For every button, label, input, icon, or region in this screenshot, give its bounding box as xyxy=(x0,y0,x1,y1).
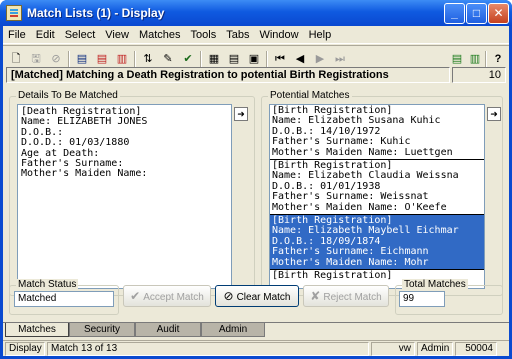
menu-edit[interactable]: Edit xyxy=(31,26,60,41)
menu-tools[interactable]: Tools xyxy=(186,26,222,41)
match-status-field: Matched xyxy=(14,291,114,307)
sort-icon[interactable]: ⇅ xyxy=(139,50,157,68)
tab-bar: Matches Security Audit Admin xyxy=(3,322,509,338)
new-icon[interactable]: 🗋 xyxy=(7,50,25,68)
last-record-icon[interactable]: ⏭ xyxy=(331,50,349,68)
tab-matches[interactable]: Matches xyxy=(5,323,69,337)
close-button[interactable]: ✕ xyxy=(488,3,509,24)
x-icon: ✘ xyxy=(310,289,321,303)
title-bar[interactable]: Match Lists (1) - Display _ □ ✕ xyxy=(0,0,512,26)
total-matches-field: 99 xyxy=(399,291,445,307)
next-record-icon[interactable]: ▶ xyxy=(311,50,329,68)
print-preview-icon[interactable]: ▦ xyxy=(205,50,223,68)
toolbar-separator xyxy=(266,51,268,67)
copy-icon[interactable]: ▥ xyxy=(466,50,484,68)
client-area: File Edit Select View Matches Tools Tabs Window… xyxy=(3,26,509,356)
reject-match-label: Reject Match xyxy=(323,292,382,303)
report-icon[interactable]: ▣ xyxy=(245,50,263,68)
record-count: 10 xyxy=(452,67,506,83)
toolbar-separator xyxy=(200,51,202,67)
status-mode: Display xyxy=(5,342,45,356)
toolbar-separator xyxy=(134,51,136,67)
help-icon[interactable]: ? xyxy=(489,50,507,68)
clear-match-label: Clear Match xyxy=(236,292,291,303)
status-bar: Display Match 13 of 13 vw Admin 50004 xyxy=(3,340,509,356)
checkmark-icon: ✔ xyxy=(130,289,141,303)
tab-admin[interactable]: Admin xyxy=(201,323,265,337)
match-status-label: Match Status xyxy=(16,279,79,290)
status-code: 50004 xyxy=(455,342,497,356)
reject-match-button[interactable]: ✘ Reject Match xyxy=(303,285,389,307)
menu-tabs[interactable]: Tabs xyxy=(221,26,254,41)
print-icon[interactable]: ▤ xyxy=(225,50,243,68)
accept-match-button[interactable]: ✔ Accept Match xyxy=(123,285,211,307)
save-icon[interactable]: 🖫 xyxy=(27,50,45,68)
menu-select[interactable]: Select xyxy=(60,26,101,41)
total-matches-label: Total Matches xyxy=(402,279,468,290)
doc-a-icon[interactable]: ▤ xyxy=(73,50,91,68)
doc-c-icon[interactable]: ▥ xyxy=(113,50,131,68)
maximize-button[interactable]: □ xyxy=(466,3,487,24)
spellcheck-icon[interactable]: ✔ xyxy=(179,50,197,68)
potential-matches-label: Potential Matches xyxy=(268,90,352,101)
details-action-icon[interactable]: ➜ xyxy=(234,107,248,121)
accept-match-label: Accept Match xyxy=(143,292,204,303)
edit-icon[interactable]: ✎ xyxy=(159,50,177,68)
menu-bar: File Edit Select View Matches Tools Tabs Window… xyxy=(3,26,509,44)
menu-view[interactable]: View xyxy=(100,26,134,41)
list-item[interactable]: [Birth Registration] Name: Elizabeth Cla… xyxy=(270,160,484,216)
toolbar-separator xyxy=(68,51,70,67)
app-window: Match Lists (1) - Display _ □ ✕ File Edit… xyxy=(0,0,512,359)
toolbar-separator xyxy=(485,51,487,67)
list-item[interactable]: [Birth Registration] Name: Elizabeth Sus… xyxy=(270,105,484,161)
prev-record-icon[interactable]: ◀ xyxy=(291,50,309,68)
potential-matches-list[interactable]: [Birth Registration] Name: Elizabeth Sus… xyxy=(269,104,485,289)
details-text: [Death Registration] Name: ELIZABETH JON… xyxy=(17,104,232,289)
window-title: Match Lists (1) - Display xyxy=(27,6,165,20)
menu-help[interactable]: Help xyxy=(304,26,337,41)
stop-icon[interactable]: ⊘ xyxy=(47,50,65,68)
app-icon xyxy=(6,5,22,21)
status-user: vw xyxy=(371,342,415,356)
status-role: Admin xyxy=(417,342,453,356)
status-match: Match 13 of 13 xyxy=(47,342,369,356)
menu-file[interactable]: File xyxy=(3,26,31,41)
menu-matches[interactable]: Matches xyxy=(134,26,186,41)
list-item-selected[interactable]: [Birth Registration] Name: Elizabeth May… xyxy=(270,215,484,271)
tab-audit[interactable]: Audit xyxy=(135,323,201,337)
clear-match-button[interactable]: ⊘ Clear Match xyxy=(215,285,299,307)
menu-window[interactable]: Window xyxy=(254,26,303,41)
export-icon[interactable]: ▤ xyxy=(448,50,466,68)
minimize-button[interactable]: _ xyxy=(444,3,465,24)
context-header: [Matched] Matching a Death Registration … xyxy=(6,67,450,83)
doc-b-icon[interactable]: ▤ xyxy=(93,50,111,68)
clear-icon: ⊘ xyxy=(223,289,234,303)
details-label: Details To Be Matched xyxy=(16,90,120,101)
potential-action-icon[interactable]: ➜ xyxy=(487,107,501,121)
tab-security[interactable]: Security xyxy=(69,323,135,337)
first-record-icon[interactable]: ⏮ xyxy=(271,50,289,68)
